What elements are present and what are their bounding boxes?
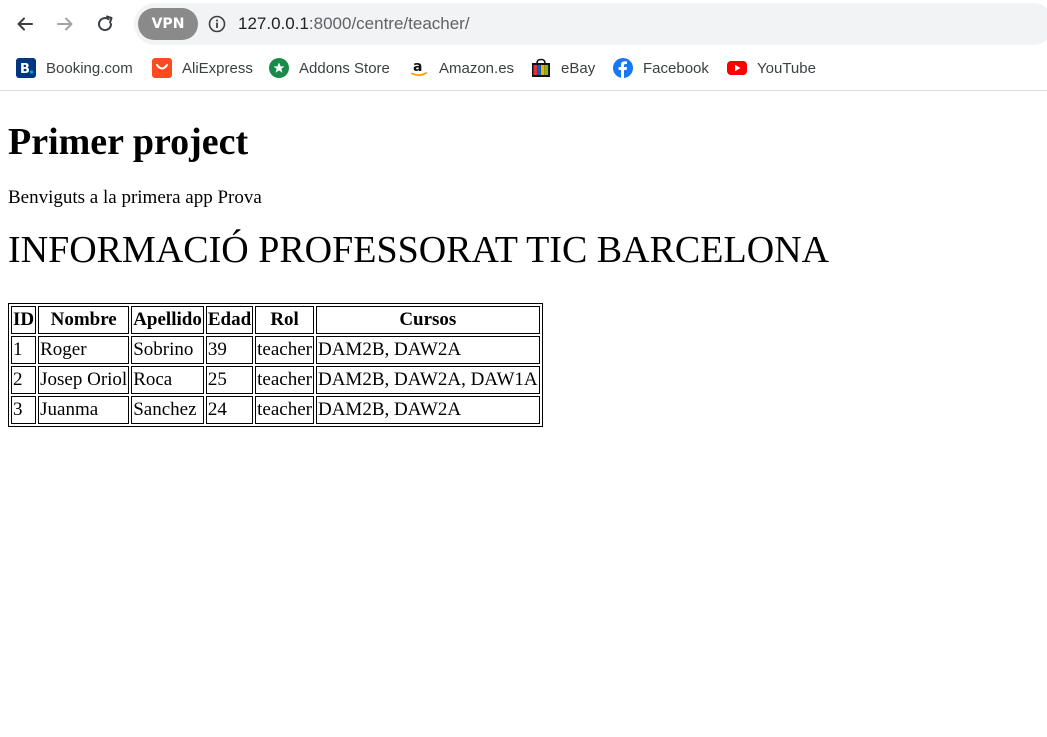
vpn-badge[interactable]: VPN: [138, 8, 198, 40]
bookmark-label: Addons Store: [299, 59, 390, 77]
bookmark-label: YouTube: [757, 59, 816, 77]
table-cell-nombre: Roger: [38, 336, 130, 364]
svg-text:a: a: [413, 59, 422, 75]
table-cell-nombre: Josep Oriol: [38, 366, 130, 394]
facebook-icon: [613, 58, 633, 78]
bookmark-ebay[interactable]: eBay: [531, 54, 595, 82]
table-cell-rol: teacher: [255, 396, 314, 424]
column-header-rol: Rol: [255, 306, 314, 334]
table-row: 1 Roger Sobrino 39 teacher DAM2B, DAW2A: [11, 336, 540, 364]
table-row: 3 Juanma Sanchez 24 teacher DAM2B, DAW2A: [11, 396, 540, 424]
table-cell-cursos: DAM2B, DAW2A, DAW1A: [315, 366, 540, 394]
address-bar[interactable]: VPN 127.0.0.1:8000/centre/teacher/: [134, 3, 1047, 45]
bookmark-facebook[interactable]: Facebook: [613, 54, 709, 82]
table-cell-apellido: Sobrino: [131, 336, 204, 364]
svg-text:B: B: [20, 62, 30, 77]
column-header-edad: Edad: [205, 306, 254, 334]
info-icon[interactable]: [208, 15, 226, 33]
teachers-table: ID Nombre Apellido Edad Rol Cursos 1 Rog…: [8, 303, 543, 427]
reload-button[interactable]: [90, 9, 120, 39]
bookmark-label: Amazon.es: [439, 59, 515, 77]
column-header-id: ID: [11, 306, 37, 334]
table-cell-apellido: Roca: [131, 366, 204, 394]
column-header-nombre: Nombre: [38, 306, 130, 334]
vpn-label: VPN: [151, 16, 185, 32]
arrow-left-icon: [17, 17, 33, 31]
browser-chrome: VPN 127.0.0.1:8000/centre/teacher/ B Boo…: [0, 0, 1047, 91]
table-row: 2 Josep Oriol Roca 25 teacher DAM2B, DAW…: [11, 366, 540, 394]
bookmark-label: Booking.com: [46, 59, 133, 77]
youtube-icon: [727, 58, 747, 78]
url-path: :8000/centre/teacher/: [308, 14, 470, 33]
bookmark-youtube[interactable]: YouTube: [727, 54, 816, 82]
table-cell-rol: teacher: [255, 366, 314, 394]
bookmark-booking[interactable]: B Booking.com: [16, 54, 133, 82]
table-cell-id: 2: [11, 366, 37, 394]
bookmark-label: AliExpress: [182, 59, 253, 77]
url-host: 127.0.0.1: [238, 14, 309, 33]
amazon-icon: a: [409, 58, 429, 78]
ebay-icon: [531, 58, 551, 78]
column-header-cursos: Cursos: [315, 306, 540, 334]
table-cell-id: 3: [11, 396, 37, 424]
intro-text: Benviguts a la primera app Prova: [8, 187, 262, 208]
table-cell-id: 1: [11, 336, 37, 364]
back-button[interactable]: [10, 9, 40, 39]
bookmark-aliexpress[interactable]: AliExpress: [152, 54, 253, 82]
bookmark-label: eBay: [561, 59, 596, 77]
booking-icon: B: [16, 58, 36, 78]
bookmarks-bar: B Booking.com AliExpress Addons Store a …: [0, 54, 1047, 82]
table-cell-edad: 39: [205, 336, 254, 364]
bookmark-label: Facebook: [643, 59, 709, 77]
aliexpress-icon: [152, 58, 172, 78]
table-cell-cursos: DAM2B, DAW2A: [315, 396, 540, 424]
table-cell-nombre: Juanma: [38, 396, 130, 424]
section-heading: INFORMACIÓ PROFESSORAT TIC BARCELONA: [8, 229, 830, 271]
browser-toolbar: VPN 127.0.0.1:8000/centre/teacher/: [0, 0, 1047, 48]
url-text[interactable]: 127.0.0.1:8000/centre/teacher/: [238, 14, 470, 34]
arrow-right-icon: [57, 17, 73, 31]
addons-store-icon: [269, 58, 289, 78]
column-header-apellido: Apellido: [131, 306, 204, 334]
page-title: Primer project: [8, 121, 249, 163]
bookmark-amazon[interactable]: a Amazon.es: [409, 54, 514, 82]
page-content: Primer project Benviguts a la primera ap…: [0, 117, 1047, 427]
bookmark-addons-store[interactable]: Addons Store: [269, 54, 390, 82]
table-header-row: ID Nombre Apellido Edad Rol Cursos: [11, 306, 540, 334]
table-cell-rol: teacher: [255, 336, 314, 364]
table-cell-cursos: DAM2B, DAW2A: [315, 336, 540, 364]
forward-button[interactable]: [50, 9, 80, 39]
reload-icon: [98, 15, 113, 32]
table-cell-edad: 24: [205, 396, 254, 424]
table-cell-edad: 25: [205, 366, 254, 394]
table-cell-apellido: Sanchez: [131, 396, 204, 424]
